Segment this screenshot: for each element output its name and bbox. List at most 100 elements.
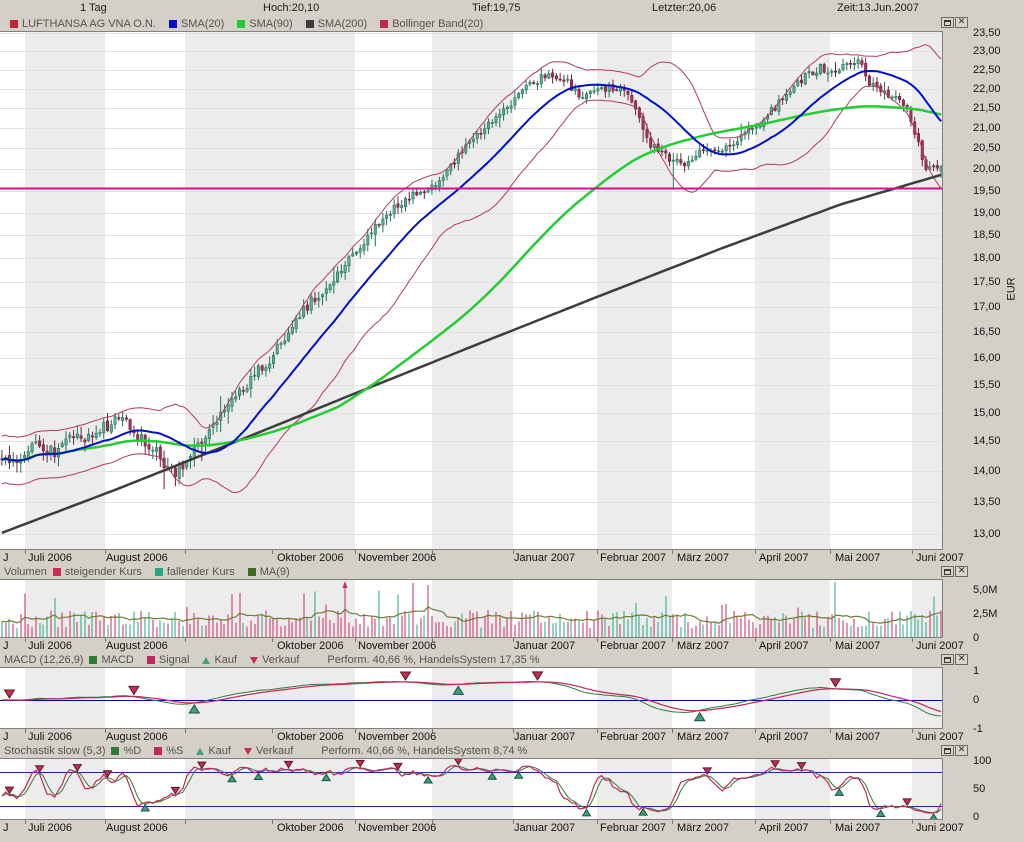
x-axis-strip: J Juli 2006 August 2006 Oktober 2006 Novembe… [0, 638, 1024, 653]
price-chart[interactable] [0, 31, 943, 550]
legend-item: Signal [146, 654, 189, 666]
close-icon[interactable]: ✕ [955, 17, 968, 28]
macd-performance: Perform. 40,66 %, HandelsSystem 17,35 % [327, 654, 540, 666]
close-icon[interactable]: ✕ [955, 654, 968, 665]
legend-item: %S [154, 745, 183, 757]
x-axis-tick [830, 638, 831, 642]
sell-marker [829, 678, 842, 688]
close-glyph: ✕ [957, 17, 966, 27]
month-bands [25, 758, 943, 820]
legend-item: MA(9) [247, 566, 290, 578]
legend-item: SMA(20) [168, 18, 224, 30]
legend-item: SMA(200) [305, 18, 367, 30]
sell-marker [702, 767, 713, 776]
price-axis-tick: 18,00 [973, 252, 1001, 265]
x-axis-tick [432, 729, 433, 733]
macd-chart[interactable] [0, 667, 943, 729]
legend-label: Kauf [208, 745, 231, 757]
x-axis-label: J [3, 640, 9, 652]
x-axis-label: Februar 2007 [600, 640, 667, 652]
legend-label: Verkauf [262, 654, 300, 666]
x-axis-tick [185, 638, 186, 642]
legend-item: Verkauf [243, 745, 293, 757]
x-axis-tick [755, 638, 756, 642]
legend-item: Bollinger Band(20) [380, 18, 483, 30]
x-axis-label: Januar 2007 [514, 640, 576, 652]
legend-item: MACD [89, 654, 134, 666]
macd-axis-tick: 1 [973, 665, 980, 677]
x-axis-tick [597, 638, 598, 642]
restore-icon[interactable] [941, 654, 954, 665]
price-axis-tick: 14,00 [973, 464, 1001, 477]
window-glyph [944, 656, 951, 663]
window-glyph [944, 747, 951, 754]
sma90-swatch [237, 19, 246, 28]
x-axis-tick [912, 550, 913, 554]
legend-label: %D [123, 745, 142, 757]
x-axis-tick [185, 550, 186, 554]
x-axis-label: August 2006 [106, 552, 168, 564]
percent-s-swatch [154, 747, 163, 755]
price-axis-tick: 21,00 [973, 121, 1001, 134]
restore-icon[interactable] [941, 566, 954, 577]
stochastic-panel-title: Stochastik slow (5,3) [4, 745, 106, 757]
x-axis-tick [830, 550, 831, 554]
x-axis-tick [597, 820, 598, 824]
low-label: Tief:19,75 [472, 2, 521, 14]
x-axis-label: Januar 2007 [514, 731, 576, 743]
x-axis-strip: J Juli 2006 August 2006 Oktober 2006 Novembe… [0, 550, 1024, 565]
x-axis-tick [432, 638, 433, 642]
percent-d-swatch [111, 747, 120, 755]
price-axis-tick: 17,00 [973, 300, 1001, 313]
x-axis-tick [597, 550, 598, 554]
legend-label: steigender Kurs [64, 566, 142, 578]
x-axis-label: Januar 2007 [514, 822, 576, 834]
instrument-swatch [10, 19, 18, 28]
buy-marker [140, 803, 151, 812]
stoch-axis-tick: 0 [973, 811, 980, 823]
close-icon[interactable]: ✕ [955, 566, 968, 577]
period-label: 1 Tag [80, 2, 107, 14]
x-axis-tick [912, 638, 913, 642]
x-axis-tick [755, 729, 756, 733]
sma200-swatch [305, 19, 314, 28]
x-axis-label: J [3, 822, 9, 834]
x-axis-tick [355, 638, 356, 642]
volume-panel-header: Volumen steigender Kurs fallender Kurs MA(… [0, 565, 943, 579]
price-axis-tick: 19,50 [973, 184, 1001, 197]
sell-marker [399, 671, 412, 681]
x-axis-tick [185, 729, 186, 733]
macd-panel-title: MACD (12,26,9) [4, 654, 84, 666]
x-axis-label: März 2007 [677, 552, 729, 564]
volume-chart[interactable] [0, 579, 943, 638]
x-axis-tick [755, 550, 756, 554]
x-axis-tick [597, 729, 598, 733]
time-label: Zeit:13.Jun.2007 [837, 2, 919, 14]
restore-icon[interactable] [941, 745, 954, 756]
x-axis-tick [672, 820, 673, 824]
x-axis-label: Mai 2007 [835, 822, 881, 834]
stoch-axis-tick: 50 [973, 783, 986, 795]
sell-marker-icon [250, 656, 259, 664]
x-axis-label: April 2007 [759, 822, 809, 834]
restore-icon[interactable] [941, 17, 954, 28]
price-axis-tick: 13,00 [973, 527, 1001, 540]
legend-label: LUFTHANSA AG VNA O.N. [22, 17, 156, 30]
volume-panel-title: Volumen [4, 566, 47, 578]
x-axis-tick [432, 550, 433, 554]
x-axis-label: März 2007 [677, 731, 729, 743]
x-axis-tick [355, 550, 356, 554]
x-axis-label: August 2006 [106, 640, 168, 652]
legend-label: Bollinger Band(20) [392, 17, 484, 30]
main-chart-legend: LUFTHANSA AG VNA O.N. SMA(20) SMA(90) SMA(2… [0, 16, 943, 31]
stochastic-chart[interactable] [0, 758, 943, 820]
x-axis-label: Februar 2007 [600, 731, 667, 743]
stochastic-performance: Perform. 40,66 %, HandelsSystem 8,74 % [321, 745, 528, 757]
x-axis-tick [25, 638, 26, 642]
x-axis-tick [355, 820, 356, 824]
price-axis-tick: 23,50 [973, 26, 1001, 39]
x-axis-tick [25, 729, 26, 733]
legend-item: Kauf [202, 654, 237, 666]
x-axis-label: Mai 2007 [835, 731, 881, 743]
close-icon[interactable]: ✕ [955, 745, 968, 756]
